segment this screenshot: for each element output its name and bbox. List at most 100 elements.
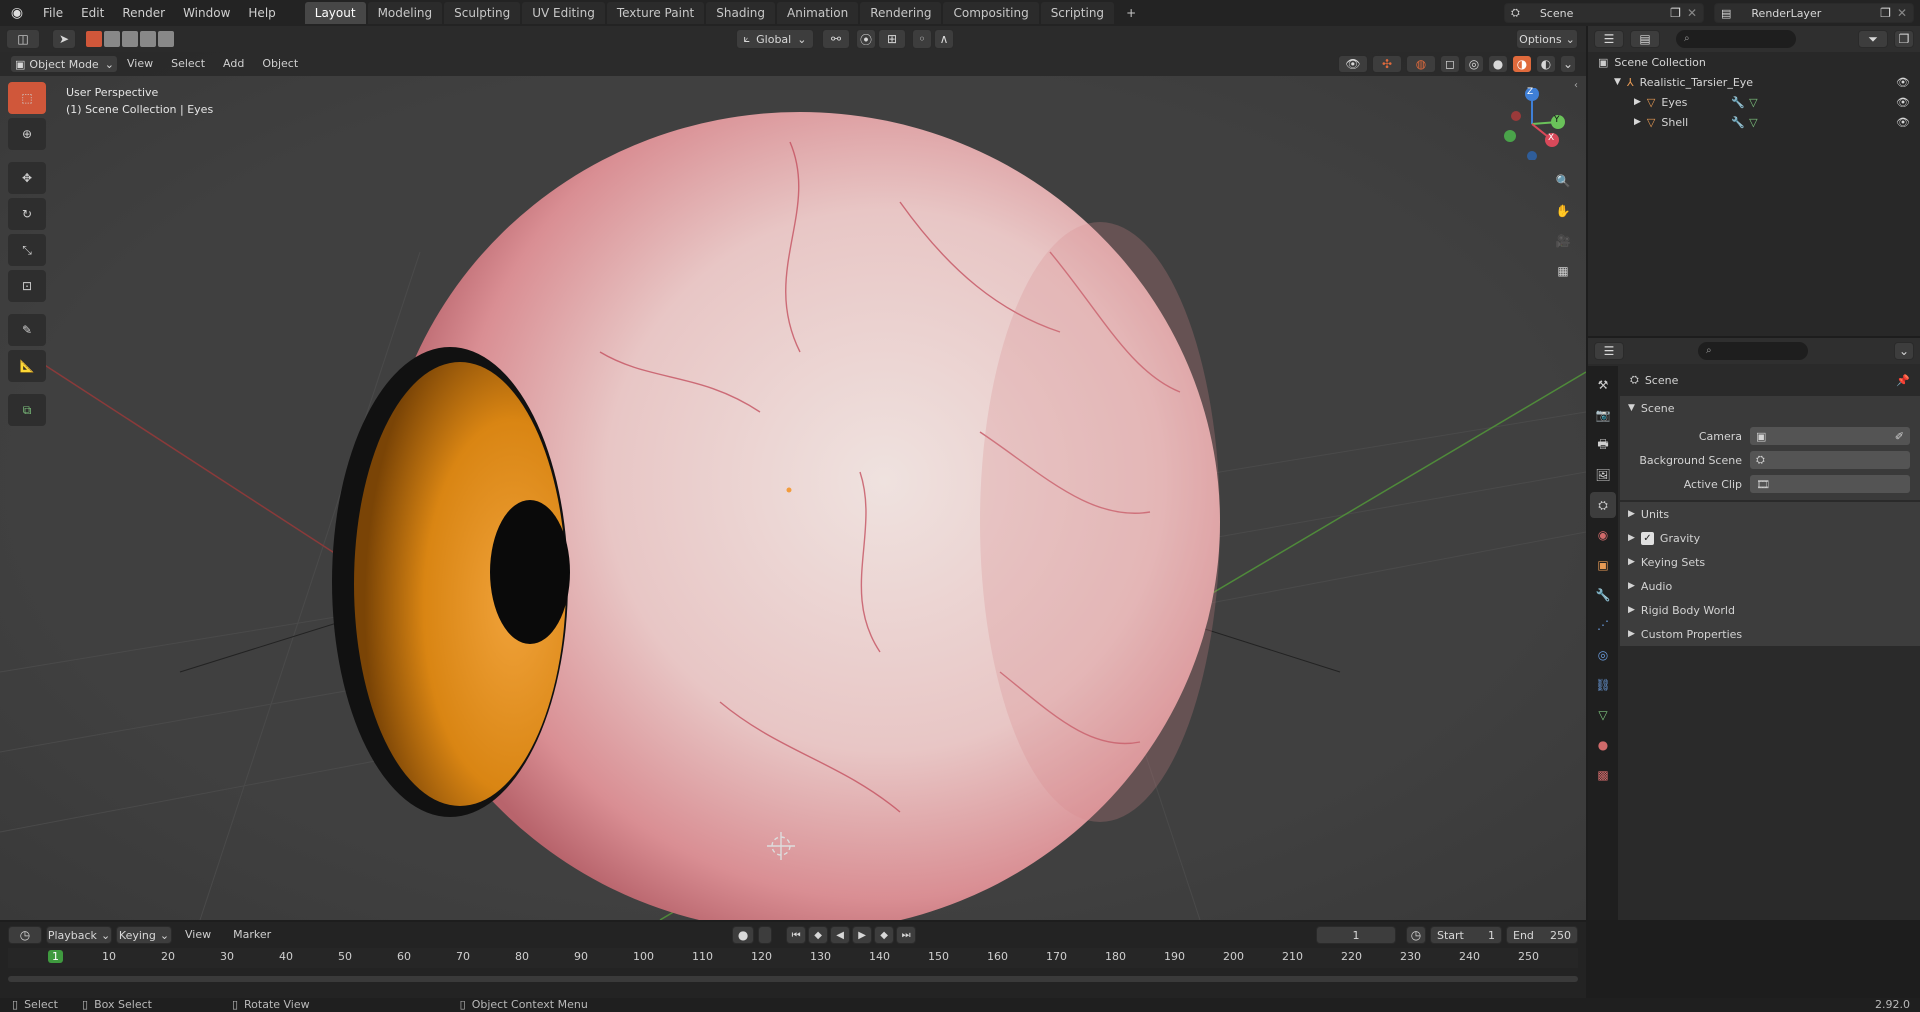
modifier-wrench-icon[interactable]: 🔧 [1731,116,1745,129]
overlay-toggle-icon[interactable]: ◍ [1406,55,1436,73]
outliner-row-collection[interactable]: ▼ ⅄ Realistic_Tarsier_Eye 👁 [1588,72,1920,92]
xray-toggle-icon[interactable]: ◻ [1440,55,1460,73]
menu-file[interactable]: File [34,0,72,26]
scene-panel-header[interactable]: ▼ Scene [1620,396,1920,420]
tab-layout[interactable]: Layout [304,2,366,24]
menu-render[interactable]: Render [113,0,174,26]
visibility-icon[interactable]: 👁 [1338,55,1368,73]
annotate-tool-icon[interactable]: ✎ [8,314,46,346]
sidebar-toggle-icon[interactable]: ‹ [1574,80,1578,91]
expand-arrow-icon[interactable]: ▶ [1634,97,1641,107]
tab-compositing[interactable]: Compositing [943,2,1039,24]
start-frame-field[interactable]: Start 1 [1430,926,1502,944]
tab-rendering[interactable]: Rendering [860,2,942,24]
current-frame-marker[interactable]: 1 [48,950,63,963]
expand-arrow-icon[interactable]: ▶ [1628,629,1635,639]
visibility-eye-icon[interactable]: 👁 [1896,116,1910,129]
tab-modeling[interactable]: Modeling [367,2,443,24]
gravity-checkbox[interactable]: ✓ [1640,531,1654,545]
tab-uv-editing[interactable]: UV Editing [522,2,605,24]
viewport-shading-buttons[interactable]: 👁 ✣ ◍ ◻ ◎ ● ◑ ◐ ⌄ [1338,55,1576,73]
menu-edit[interactable]: Edit [72,0,113,26]
expand-arrow-icon[interactable]: ▶ [1628,509,1635,519]
tab-sculpting[interactable]: Sculpting [444,2,521,24]
modifier-tab-icon[interactable]: 🔧 [1590,582,1616,608]
expand-arrow-icon[interactable]: ▶ [1634,117,1641,127]
camera-field[interactable]: ▣ ✐ [1750,427,1910,445]
outliner-row-scene-collection[interactable]: ▣ Scene Collection [1588,52,1920,72]
expand-arrow-icon[interactable]: ▶ [1628,605,1635,615]
timeline-scrollbar[interactable] [8,976,1578,982]
object-origin[interactable] [786,487,792,493]
timeline-menu-view[interactable]: View [176,922,220,948]
play-reverse-icon[interactable]: ◀ [830,926,851,944]
menu-add[interactable]: Add [214,52,253,76]
menu-object[interactable]: Object [253,52,307,76]
scale-tool-icon[interactable]: ⤡ [8,234,46,266]
jump-end-icon[interactable]: ⏭ [896,926,917,944]
audio-section[interactable]: ▶ Audio [1620,574,1920,598]
rigid-body-world-section[interactable]: ▶ Rigid Body World [1620,598,1920,622]
collapse-arrow-icon[interactable]: ▼ [1628,403,1635,413]
snap-dropdown[interactable]: ⊞ [878,29,906,49]
tab-shading[interactable]: Shading [706,2,775,24]
rotate-tool-icon[interactable]: ↻ [8,198,46,230]
constraints-tab-icon[interactable]: ⛓ [1590,672,1616,698]
active-clip-field[interactable]: 🎞 [1750,475,1910,493]
new-collection-icon[interactable]: ❐ [1894,30,1914,48]
data-tab-icon[interactable]: ▽ [1590,702,1616,728]
jump-start-icon[interactable]: ⏮ [786,926,807,944]
menu-select[interactable]: Select [162,52,214,76]
world-tab-icon[interactable]: ◉ [1590,522,1616,548]
mesh-data-icon[interactable]: ▽ [1749,96,1757,109]
camera-view-icon[interactable]: 🎥 [1548,226,1578,256]
properties-options-icon[interactable]: ⌄ [1894,342,1914,360]
selection-mode-buttons[interactable] [86,31,174,47]
playback-dropdown[interactable]: Playback ⌄ [46,926,112,944]
shading-options-icon[interactable]: ⌄ [1560,55,1576,73]
new-scene-icon[interactable]: ❐ [1670,6,1681,20]
keying-dropdown[interactable]: Keying ⌄ [116,926,172,944]
delete-layer-icon[interactable]: ✕ [1897,6,1907,20]
gravity-section[interactable]: ▶ ✓ Gravity [1620,526,1920,550]
timeline-menu-marker[interactable]: Marker [224,922,280,948]
proportional-edit-toggle[interactable]: ◦ [912,29,932,49]
eyedropper-icon[interactable]: ✐ [1895,430,1904,443]
keying-sets-section[interactable]: ▶ Keying Sets [1620,550,1920,574]
tab-scripting[interactable]: Scripting [1040,2,1115,24]
outliner-row-shell[interactable]: ▶ ▽ Shell 🔧 ▽ 👁 [1588,112,1920,132]
outliner-row-eyes[interactable]: ▶ ▽ Eyes 🔧 ▽ 👁 [1588,92,1920,112]
background-scene-field[interactable]: ⛭ [1750,451,1910,469]
select-tool-icon[interactable]: ➤ [52,29,76,49]
physics-tab-icon[interactable]: ◎ [1590,642,1616,668]
tool-tab-icon[interactable]: ⚒ [1590,372,1616,398]
snap-toggle[interactable]: ⦿ [856,29,876,49]
expand-arrow-icon[interactable]: ▶ [1628,557,1635,567]
3d-viewport[interactable]: User Perspective (1) Scene Collection | … [0,52,1586,920]
solid-shading-icon[interactable]: ● [1488,55,1508,73]
pan-hand-icon[interactable]: ✋ [1548,196,1578,226]
measure-tool-icon[interactable]: 📐 [8,350,46,382]
record-options[interactable] [758,926,773,944]
outliner-search-input[interactable]: ⌕ [1676,30,1796,48]
output-tab-icon[interactable]: 🖶 [1590,432,1616,458]
expand-arrow-icon[interactable]: ▶ [1628,533,1635,543]
prev-keyframe-icon[interactable]: ◆ [808,926,829,944]
view-layer-tab-icon[interactable]: 🖼 [1590,462,1616,488]
play-icon[interactable]: ▶ [852,926,873,944]
transform-tool-icon[interactable]: ⊡ [8,270,46,302]
editor-type-icon[interactable]: ◫ [6,29,40,49]
timeline-editor-type-icon[interactable]: ◷ [8,926,42,944]
pivot-dropdown[interactable]: ⚯ [822,29,850,49]
add-cube-tool-icon[interactable]: ⧉ [8,394,46,426]
blender-logo-icon[interactable]: ◉ [0,5,34,21]
cursor-tool-icon[interactable]: ⊕ [8,118,46,150]
frame-ruler[interactable]: 1 10 20 30 40 50 60 70 80 90 100 110 120 130 140 150 160… [8,948,1578,968]
move-tool-icon[interactable]: ✥ [8,162,46,194]
navigation-gizmo[interactable]: Z Y X [1496,87,1568,161]
gizmo-toggle-icon[interactable]: ✣ [1372,55,1402,73]
pin-icon[interactable]: 📌 [1896,374,1910,387]
mesh-data-icon[interactable]: ▽ [1749,116,1757,129]
render-tab-icon[interactable]: 📷 [1590,402,1616,428]
properties-search-input[interactable]: ⌕ [1698,342,1808,360]
